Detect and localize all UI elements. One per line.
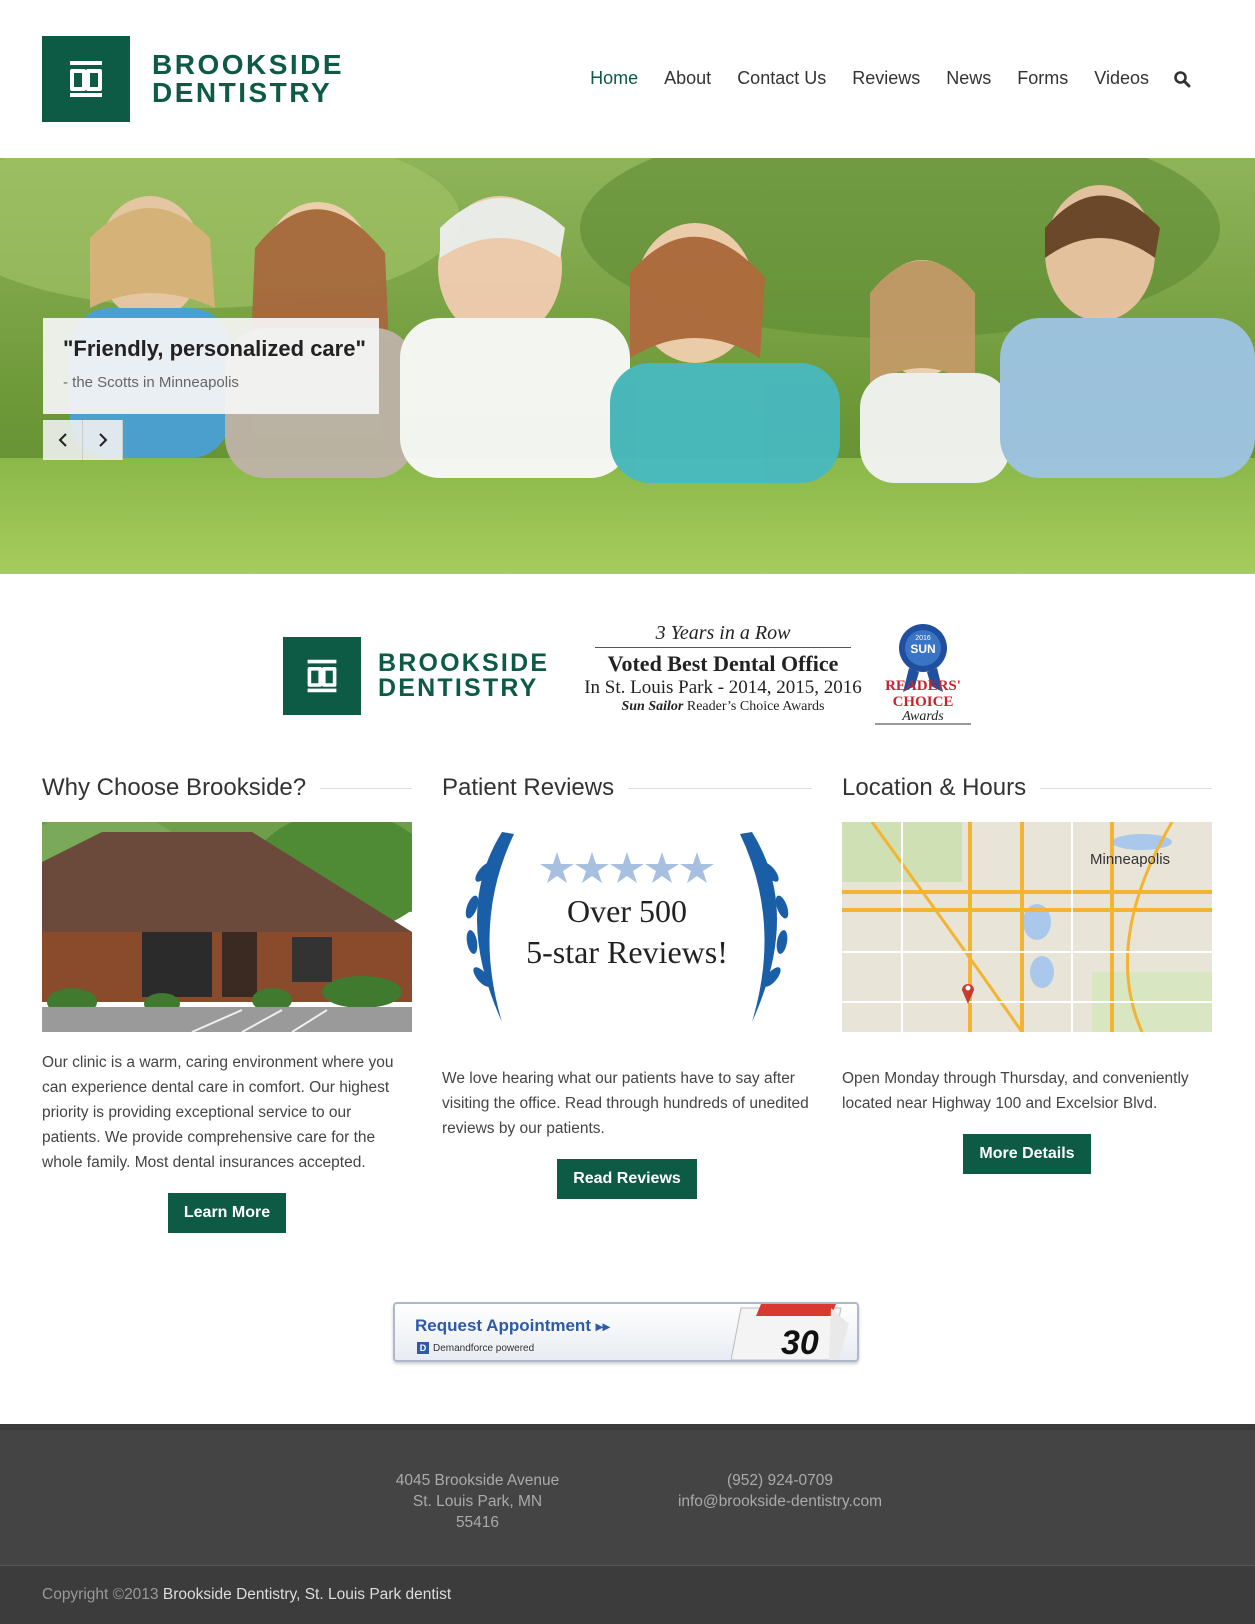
- nav-videos[interactable]: Videos: [1094, 68, 1149, 89]
- copyright-text: Copyright ©2013 Brookside Dentistry, St.…: [42, 1586, 452, 1603]
- footer-address: 4045 Brookside Avenue St. Louis Park, MN…: [395, 1472, 560, 1531]
- location-hours-text: Open Monday through Thursday, and conven…: [842, 1070, 1189, 1112]
- patient-reviews-section: Patient Reviews Over 500 5-star Reviews!…: [442, 774, 812, 1199]
- award-line3: In St. Louis Park - 2014, 2015, 2016: [584, 677, 862, 698]
- chevron-left-icon: [58, 433, 67, 447]
- logo-name-line1: BROOKSIDE: [152, 49, 345, 80]
- award-logo: BROOKSIDE DENTISTRY: [283, 637, 578, 715]
- main-nav: Home About Contact Us Reviews News Forms…: [564, 68, 1191, 89]
- award-line4: Sun Sailor Reader’s Choice Awards: [621, 699, 825, 714]
- footer-contact: (952) 924-0709 info@brookside-dentistry.…: [665, 1470, 895, 1512]
- copyright-bar: Copyright ©2013 Brookside Dentistry, St.…: [0, 1565, 1255, 1624]
- award-text: 3 Years in a Row Voted Best Dental Offic…: [583, 622, 863, 715]
- why-choose-text: Our clinic is a warm, caring environment…: [42, 1054, 394, 1171]
- demandforce-logo-icon: D: [417, 1342, 429, 1354]
- footer-email[interactable]: info@brookside-dentistry.com: [665, 1491, 895, 1512]
- calendar-icon: 30: [731, 1304, 849, 1360]
- learn-more-button[interactable]: Learn More: [167, 1193, 287, 1233]
- read-reviews-button[interactable]: Read Reviews: [557, 1159, 697, 1199]
- svg-text:SUN: SUN: [910, 642, 935, 656]
- award-logo-line2: DENTISTRY: [378, 674, 539, 702]
- why-choose-section: Why Choose Brookside? Our clinic is a wa…: [42, 774, 412, 1233]
- svg-text:READERS': READERS': [885, 678, 961, 694]
- slider-next-button[interactable]: [83, 420, 123, 460]
- svg-text:2016: 2016: [915, 635, 931, 642]
- site-footer: 4045 Brookside Avenue St. Louis Park, MN…: [0, 1424, 1255, 1565]
- copyright-link[interactable]: Brookside Dentistry, St. Louis Park dent…: [163, 1586, 451, 1603]
- patient-reviews-text: We love hearing what our patients have t…: [442, 1070, 809, 1137]
- slider-prev-button[interactable]: [43, 420, 83, 460]
- nav-forms[interactable]: Forms: [1017, 68, 1068, 89]
- testimonial-caption: "Friendly, personalized care" - the Scot…: [43, 318, 379, 414]
- award-line1: 3 Years in a Row: [595, 622, 851, 648]
- tooth-logo-icon: [70, 61, 102, 97]
- award-line2: Voted Best Dental Office: [607, 651, 839, 676]
- nav-news[interactable]: News: [946, 68, 991, 89]
- svg-text:CHOICE: CHOICE: [893, 694, 954, 710]
- award-logo-line1: BROOKSIDE: [378, 649, 550, 677]
- location-map[interactable]: Minneapolis: [842, 822, 1212, 1032]
- logo-mark: [42, 36, 130, 122]
- svg-text:30: 30: [781, 1324, 819, 1360]
- more-details-button[interactable]: More Details: [963, 1134, 1091, 1174]
- award-banner: BROOKSIDE DENTISTRY 3 Years in a Row Vot…: [283, 622, 973, 726]
- nav-contact-us[interactable]: Contact Us: [737, 68, 826, 89]
- search-icon[interactable]: [1173, 70, 1191, 88]
- testimonial-attribution: - the Scotts in Minneapolis: [63, 374, 239, 391]
- request-appointment-label: Request Appointment ▸▸: [415, 1316, 610, 1335]
- double-chevron-right-icon: ▸▸: [595, 1318, 610, 1334]
- readers-choice-ribbon-icon: 2016 SUN READERS' CHOICE Awards: [875, 624, 971, 725]
- nav-about[interactable]: About: [664, 68, 711, 89]
- footer-phone[interactable]: (952) 924-0709: [665, 1470, 895, 1491]
- clinic-building-photo: [42, 822, 412, 1032]
- location-hours-section: Location & Hours Minneapolis Open Monday…: [842, 774, 1212, 1174]
- logo-name-line2: DENTISTRY: [152, 77, 333, 108]
- slider-controls: [43, 420, 123, 460]
- why-choose-title: Why Choose Brookside?: [42, 774, 412, 802]
- reviews-badge-image: Over 500 5-star Reviews!: [442, 822, 812, 1032]
- patient-reviews-title: Patient Reviews: [442, 774, 812, 802]
- testimonial-quote: "Friendly, personalized care": [63, 336, 366, 361]
- chevron-right-icon: [98, 433, 107, 447]
- request-appointment-widget[interactable]: Request Appointment ▸▸ D Demandforce pow…: [393, 1302, 859, 1362]
- site-logo[interactable]: BROOKSIDE DENTISTRY: [42, 36, 372, 122]
- nav-home[interactable]: Home: [590, 68, 638, 89]
- nav-reviews[interactable]: Reviews: [852, 68, 920, 89]
- hero-slider: "Friendly, personalized care" - the Scot…: [0, 158, 1255, 574]
- tooth-logo-icon: [307, 659, 337, 693]
- svg-text:Awards: Awards: [901, 709, 944, 724]
- svg-text:Over 500: Over 500: [567, 893, 687, 929]
- location-hours-title: Location & Hours: [842, 774, 1212, 802]
- five-stars-icon: [540, 852, 714, 883]
- logo-mark: [283, 637, 361, 715]
- demandforce-powered: D Demandforce powered: [417, 1342, 534, 1354]
- svg-text:5-star Reviews!: 5-star Reviews!: [526, 934, 728, 970]
- site-header: BROOKSIDE DENTISTRY Home About Contact U…: [0, 0, 1255, 158]
- svg-text:Minneapolis: Minneapolis: [1090, 851, 1170, 868]
